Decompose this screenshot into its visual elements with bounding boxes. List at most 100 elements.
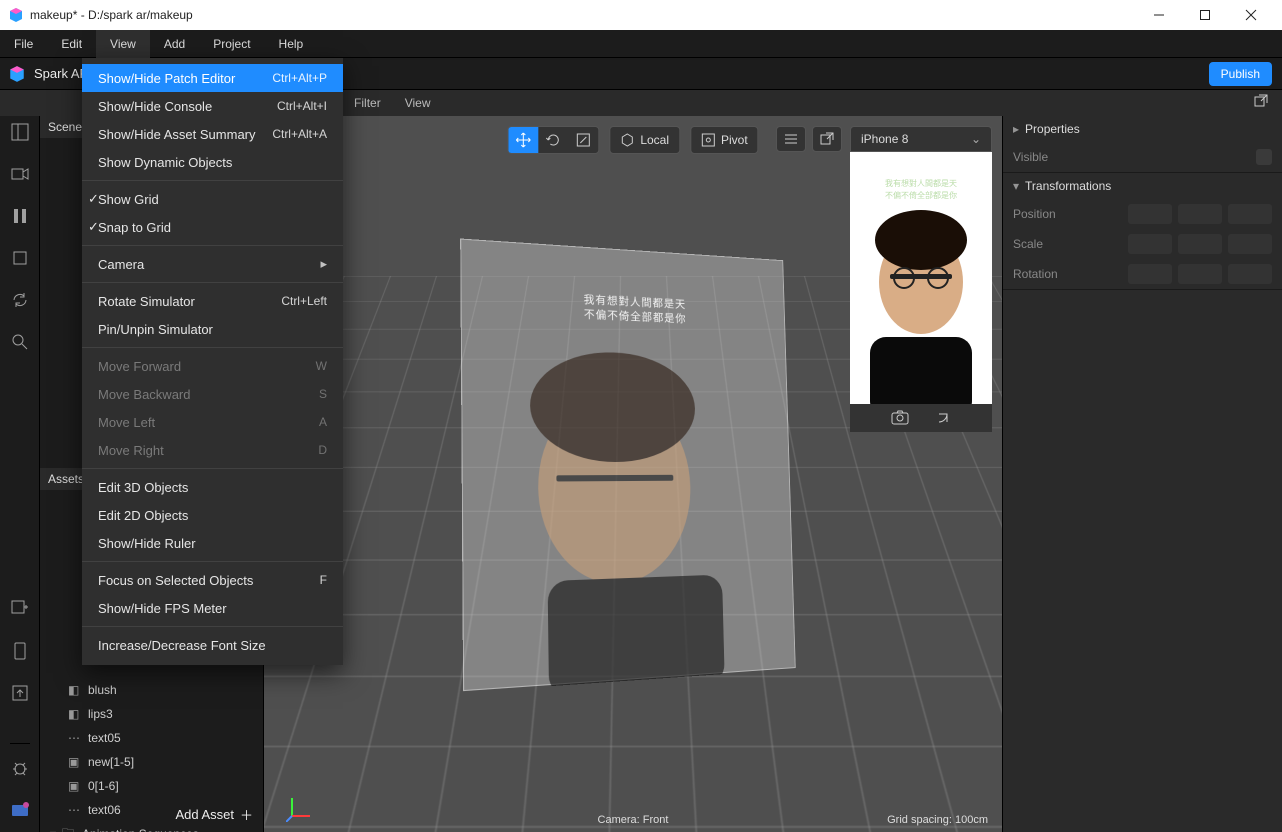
properties-header[interactable]: ▸Properties xyxy=(1003,116,1282,142)
menu-view[interactable]: View xyxy=(96,30,150,58)
tool-move[interactable] xyxy=(508,127,538,153)
asset-item[interactable]: ▣ new[1-5] xyxy=(40,750,263,774)
image-icon: ▣ xyxy=(68,755,82,769)
svg-text:我有想對人間都是天: 我有想對人間都是天 xyxy=(885,178,957,188)
menu-item[interactable]: Show/Hide Ruler xyxy=(82,529,343,557)
check-icon: ✓ xyxy=(88,191,99,207)
asset-label: lips3 xyxy=(88,707,113,721)
rail-camera-icon[interactable] xyxy=(10,164,30,184)
rail-pause-icon[interactable] xyxy=(10,206,30,226)
scale-x[interactable] xyxy=(1128,234,1172,254)
menu-item[interactable]: Increase/Decrease Font Size xyxy=(82,631,343,659)
rail-refresh-icon[interactable] xyxy=(10,290,30,310)
rot-x[interactable] xyxy=(1128,264,1172,284)
popout-icon[interactable] xyxy=(1254,94,1268,108)
plus-icon: ＋ xyxy=(240,805,253,824)
chevron-down-icon: ⌄ xyxy=(971,132,981,146)
asset-label: Animation Sequences xyxy=(82,827,199,832)
coord-local[interactable]: Local xyxy=(610,127,679,153)
menu-item[interactable]: ✓Snap to Grid xyxy=(82,213,343,241)
scale-y[interactable] xyxy=(1178,234,1222,254)
window-close[interactable] xyxy=(1228,0,1274,30)
scale-z[interactable] xyxy=(1228,234,1272,254)
rail-search-icon[interactable] xyxy=(10,332,30,352)
tool-rotate[interactable] xyxy=(538,127,568,153)
menu-shortcut: Ctrl+Alt+A xyxy=(272,127,327,141)
menu-item-label: Rotate Simulator xyxy=(98,294,195,309)
status-grid: Grid spacing: 100cm xyxy=(887,814,988,826)
menu-project[interactable]: Project xyxy=(199,30,264,58)
rail-library-icon[interactable] xyxy=(10,800,30,820)
texture-icon: ◧ xyxy=(68,707,82,721)
menu-item[interactable]: Pin/Unpin Simulator xyxy=(82,315,343,343)
menubar: File Edit View Add Project Help xyxy=(0,30,1282,58)
publish-button[interactable]: Publish xyxy=(1209,62,1272,86)
menu-item[interactable]: Show/Hide Asset SummaryCtrl+Alt+A xyxy=(82,120,343,148)
prop-visible-label: Visible xyxy=(1013,150,1093,164)
svg-text:不偏不倚全部都是你: 不偏不倚全部都是你 xyxy=(885,190,957,200)
simulator-footer xyxy=(850,404,992,432)
sim-popout-icon[interactable] xyxy=(812,126,842,152)
menu-shortcut: D xyxy=(318,443,327,457)
window-minimize[interactable] xyxy=(1136,0,1182,30)
asset-label: 0[1-6] xyxy=(88,779,119,793)
view-menu-dropdown: Show/Hide Patch EditorCtrl+Alt+PShow/Hid… xyxy=(82,58,343,665)
menu-edit[interactable]: Edit xyxy=(47,30,96,58)
properties-panel: ▸Properties Visible ▾Transformations Pos… xyxy=(1002,116,1282,832)
menu-item[interactable]: ✓Show Grid xyxy=(82,185,343,213)
transformations-header[interactable]: ▾Transformations xyxy=(1003,173,1282,199)
rail-device-icon[interactable] xyxy=(10,641,30,661)
menu-item[interactable]: Focus on Selected ObjectsF xyxy=(82,566,343,594)
sim-rotate-icon[interactable] xyxy=(935,410,951,426)
menu-shortcut: A xyxy=(319,415,327,429)
sim-capture-icon[interactable] xyxy=(891,410,909,426)
simulator-device-label: iPhone 8 xyxy=(861,132,908,146)
menu-file[interactable]: File xyxy=(0,30,47,58)
secbar-filter[interactable]: Filter xyxy=(354,96,381,110)
rail-layout-icon[interactable] xyxy=(10,122,30,142)
rail-bug-icon[interactable] xyxy=(10,758,30,778)
rail-upload-icon[interactable] xyxy=(10,683,30,703)
window-maximize[interactable] xyxy=(1182,0,1228,30)
menu-separator xyxy=(82,282,343,283)
menu-help[interactable]: Help xyxy=(265,30,318,58)
menu-shortcut: Ctrl+Alt+P xyxy=(272,71,327,85)
viewport-3d[interactable]: 我有想對人間都是天 不偏不倚全部都是你 Local Pivot xyxy=(264,116,1002,832)
secbar-view[interactable]: View xyxy=(405,96,431,110)
sim-settings-icon[interactable] xyxy=(776,126,806,152)
asset-label: new[1-5] xyxy=(88,755,134,769)
pos-z[interactable] xyxy=(1228,204,1272,224)
menu-item[interactable]: Camera▸ xyxy=(82,250,343,278)
prop-position-row: Position xyxy=(1003,199,1282,229)
menu-item-label: Snap to Grid xyxy=(98,220,171,235)
menu-item-label: Camera xyxy=(98,257,144,272)
tool-scale[interactable] xyxy=(568,127,598,153)
menu-shortcut: Ctrl+Alt+I xyxy=(277,99,327,113)
menu-item[interactable]: Show/Hide ConsoleCtrl+Alt+I xyxy=(82,92,343,120)
rot-z[interactable] xyxy=(1228,264,1272,284)
menu-item-label: Show Dynamic Objects xyxy=(98,155,232,170)
asset-item[interactable]: ▣0[1-6] xyxy=(40,774,263,798)
rot-y[interactable] xyxy=(1178,264,1222,284)
prop-visible-checkbox[interactable] xyxy=(1256,149,1272,165)
menu-item[interactable]: Rotate SimulatorCtrl+Left xyxy=(82,287,343,315)
menu-item[interactable]: Show/Hide FPS Meter xyxy=(82,594,343,622)
rail-add-panel-icon[interactable] xyxy=(10,599,30,619)
menu-item-label: Show/Hide FPS Meter xyxy=(98,601,227,616)
menu-add[interactable]: Add xyxy=(150,30,199,58)
asset-label: text06 xyxy=(88,803,121,817)
rail-stop-icon[interactable] xyxy=(10,248,30,268)
menu-item: Move RightD xyxy=(82,436,343,464)
asset-item[interactable]: ◧ lips3 xyxy=(40,702,263,726)
menu-item[interactable]: Edit 3D Objects xyxy=(82,473,343,501)
simulator-device-select[interactable]: iPhone 8 ⌄ xyxy=(850,126,992,152)
add-asset-button[interactable]: Add Asset ＋ xyxy=(175,805,253,824)
menu-item[interactable]: Show/Hide Patch EditorCtrl+Alt+P xyxy=(82,64,343,92)
menu-item[interactable]: Edit 2D Objects xyxy=(82,501,343,529)
menu-item[interactable]: Show Dynamic Objects xyxy=(82,148,343,176)
pos-y[interactable] xyxy=(1178,204,1222,224)
pivot-mode[interactable]: Pivot xyxy=(691,127,758,153)
asset-item[interactable]: ◧blush xyxy=(40,678,263,702)
pos-x[interactable] xyxy=(1128,204,1172,224)
asset-item[interactable]: ⋯text05 xyxy=(40,726,263,750)
